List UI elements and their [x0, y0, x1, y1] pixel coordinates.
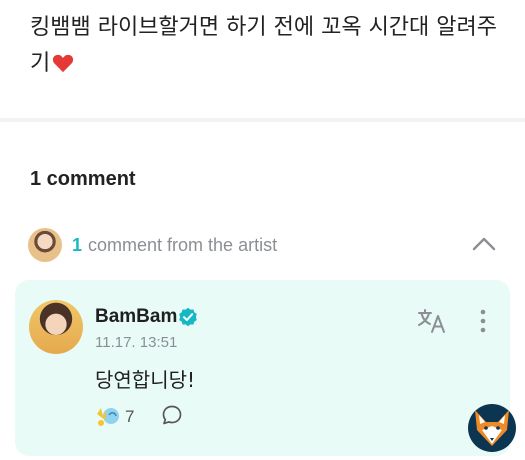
author-name[interactable]: BamBam — [95, 306, 177, 328]
reaction-count: 7 — [125, 407, 135, 426]
comment-body: 당연합니당! — [95, 368, 196, 392]
post-text: 킹뱀뱀 라이브할거면 하기 전에 꼬옥 시간대 알려주기 — [30, 10, 500, 82]
post-body: 킹뱀뱀 라이브할거면 하기 전에 꼬옥 시간대 알려주기 — [30, 15, 498, 76]
comment-count: 1 comment — [30, 168, 136, 190]
artist-comment-text: comment from the artist — [88, 235, 278, 255]
translate-icon[interactable] — [417, 308, 447, 334]
chevron-up-icon[interactable] — [472, 234, 496, 254]
author-avatar[interactable] — [29, 300, 83, 354]
more-options-icon[interactable] — [477, 308, 489, 334]
artist-comment-label: 1 comment from the artist — [72, 235, 277, 256]
artist-comment-card: BamBam 11.17. 13:51 당연합니당! 7 — [15, 280, 510, 456]
artist-comments-toggle[interactable]: 1 comment from the artist — [28, 228, 498, 264]
artist-avatar — [28, 228, 62, 262]
section-divider — [0, 118, 525, 122]
reply-icon[interactable] — [161, 404, 183, 426]
heart-icon — [53, 54, 74, 73]
comment-timestamp: 11.17. 13:51 — [95, 334, 178, 351]
reaction-emoji-icon[interactable] — [95, 404, 121, 428]
fox-logo-icon — [468, 404, 516, 452]
artist-comment-count: 1 — [72, 235, 83, 255]
verified-badge-icon — [179, 307, 197, 327]
